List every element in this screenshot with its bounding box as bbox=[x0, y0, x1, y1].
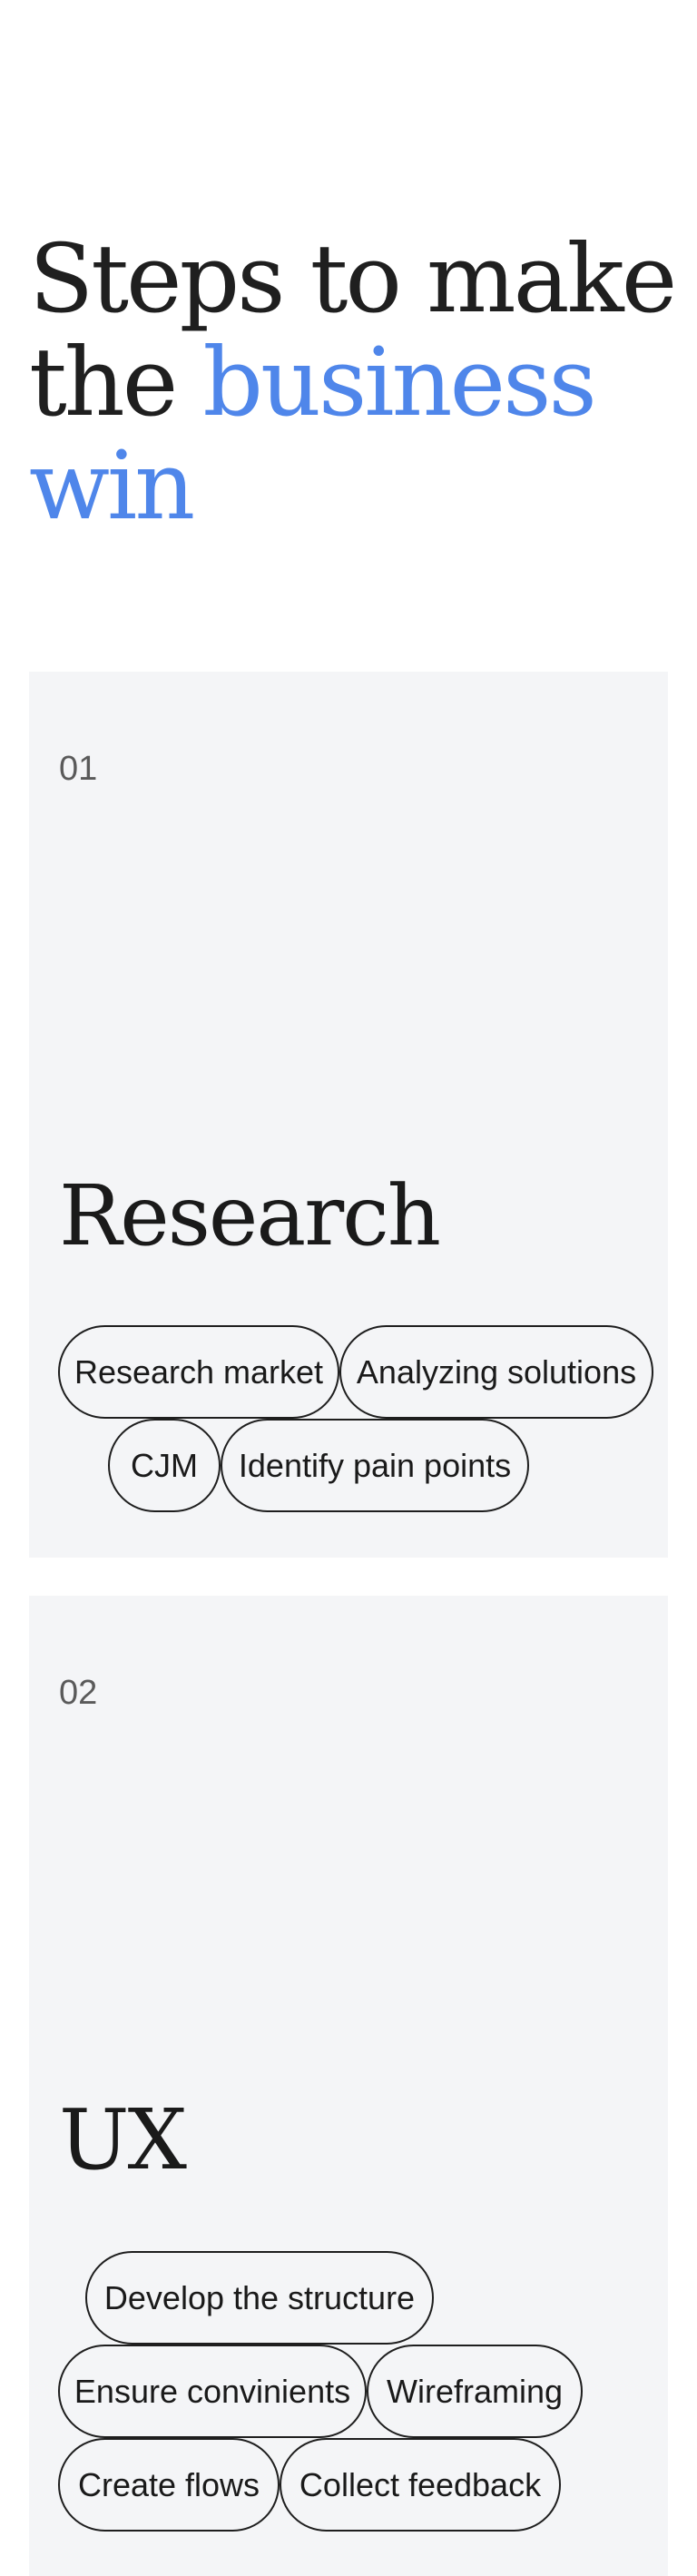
tag-ensure-convinients[interactable]: Ensure convinients bbox=[58, 2345, 367, 2438]
step-title: UX bbox=[59, 2091, 187, 2188]
heading-line-1: Steps to make bbox=[29, 223, 677, 334]
step-title: Research bbox=[59, 1167, 441, 1264]
tag-develop-structure[interactable]: Develop the structure bbox=[85, 2251, 434, 2345]
tag-identify-pain-points[interactable]: Identify pain points bbox=[221, 1419, 529, 1512]
step-card-ux: 02 UX Develop the structure Ensure convi… bbox=[29, 1596, 668, 2576]
tag-wireframing[interactable]: Wireframing bbox=[367, 2345, 583, 2438]
step-card-research: 01 Research Research market Analyzing so… bbox=[29, 672, 668, 1558]
tag-list: Research market Analyzing solutions CJM … bbox=[58, 1325, 684, 1512]
heading-accent-business: business bbox=[202, 327, 596, 438]
heading-accent-win: win bbox=[29, 430, 195, 541]
page-heading: Steps to make the business win bbox=[29, 227, 682, 537]
tag-create-flows[interactable]: Create flows bbox=[58, 2438, 280, 2532]
tag-analyzing-solutions[interactable]: Analyzing solutions bbox=[339, 1325, 653, 1419]
tag-list: Develop the structure Ensure convinients… bbox=[58, 2251, 684, 2532]
tag-collect-feedback[interactable]: Collect feedback bbox=[280, 2438, 561, 2532]
step-number: 02 bbox=[59, 1674, 98, 1712]
tag-research-market[interactable]: Research market bbox=[58, 1325, 339, 1419]
tag-cjm[interactable]: CJM bbox=[108, 1419, 221, 1512]
heading-line-2-plain: the bbox=[29, 327, 203, 438]
step-number: 01 bbox=[59, 750, 98, 788]
